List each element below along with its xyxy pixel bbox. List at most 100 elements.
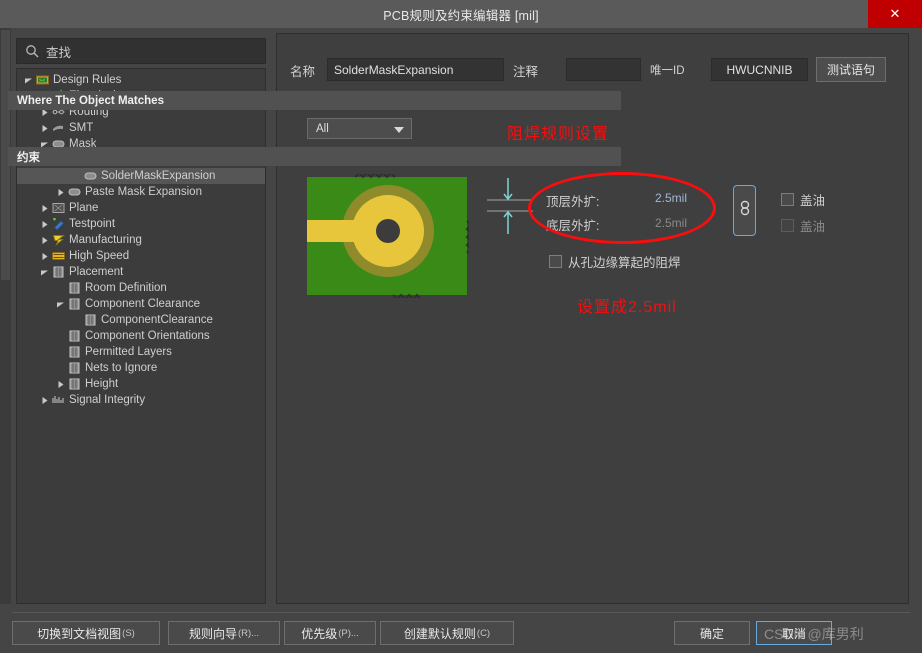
placement-icon — [67, 330, 82, 343]
tree-item-high-speed[interactable]: High Speed — [17, 248, 265, 264]
expansion-dimension-arrows — [487, 176, 539, 243]
top-expansion-value[interactable]: 2.5mil — [655, 191, 687, 205]
tree-item-label: ComponentClearance — [101, 314, 213, 326]
footer-button-4[interactable]: 确定 — [674, 621, 750, 645]
tree-expander-collapsed-icon[interactable] — [38, 124, 51, 133]
design-rules-icon: >< — [35, 74, 50, 87]
tree-item-label: High Speed — [69, 250, 129, 262]
footer-button-0[interactable]: 切换到文档视图(S) — [12, 621, 160, 645]
title-bar: PCB规则及约束编辑器 [mil] ✕ — [0, 0, 922, 28]
tree-expander-collapsed-icon[interactable] — [38, 220, 51, 229]
tree-expander-expanded-icon[interactable] — [22, 76, 35, 85]
tree-item-label: Permitted Layers — [85, 346, 172, 358]
footer-button-2[interactable]: 优先级(P)... — [284, 621, 376, 645]
footer-button-1[interactable]: 规则向导(R)... — [168, 621, 280, 645]
tree-item-placement[interactable]: Placement — [17, 264, 265, 280]
search-input[interactable]: 查找 — [16, 38, 266, 64]
tenting-top-label: 盖油 — [800, 190, 825, 209]
tree-item-component-orientations[interactable]: Component Orientations — [17, 328, 265, 344]
from-hole-edge-checkbox-row[interactable]: 从孔边缘算起的阻焊 — [549, 252, 681, 271]
rule-name-value: SolderMaskExpansion — [334, 63, 453, 77]
tree-expander-collapsed-icon[interactable] — [38, 204, 51, 213]
tenting-bottom-label: 盖油 — [800, 216, 825, 235]
tree-item-label: SMT — [69, 122, 93, 134]
tree-item-componentclearance[interactable]: ComponentClearance — [17, 312, 265, 328]
footer-button-label: 创建默认规则 — [404, 625, 476, 642]
tree-item-signal-integrity[interactable]: Signal Integrity — [17, 392, 265, 408]
tenting-bottom-checkbox — [781, 219, 794, 232]
tree-item-label: Nets to Ignore — [85, 362, 157, 374]
tree-item-label: Height — [85, 378, 118, 390]
tree-item-height[interactable]: Height — [17, 376, 265, 392]
tree-item-nets-to-ignore[interactable]: Nets to Ignore — [17, 360, 265, 376]
placement-icon — [67, 362, 82, 375]
placement-icon — [67, 298, 82, 311]
tree-item-room-definition[interactable]: Room Definition — [17, 280, 265, 296]
scope-value: All — [316, 123, 329, 135]
tree-item-smt[interactable]: SMT — [17, 120, 265, 136]
tree-item-label: Testpoint — [69, 218, 115, 230]
plane-icon — [51, 202, 66, 215]
tree-expander-collapsed-icon[interactable] — [38, 396, 51, 405]
tree-item-label: Manufacturing — [69, 234, 142, 246]
tree-item-component-clearance[interactable]: Component Clearance — [17, 296, 265, 312]
tree-item-testpoint[interactable]: Testpoint — [17, 216, 265, 232]
footer-separator — [12, 612, 910, 613]
tenting-top-checkbox[interactable] — [781, 193, 794, 206]
scope-select[interactable]: All — [307, 118, 412, 139]
tenting-top-checkbox-row[interactable]: 盖油 — [781, 190, 825, 209]
tree-item-label: Signal Integrity — [69, 394, 145, 406]
tree-expander-expanded-icon[interactable] — [54, 300, 67, 309]
unique-id-value: HWUCNNIB — [727, 63, 793, 77]
top-expansion-label: 顶层外扩: — [546, 191, 599, 210]
tree-item-plane[interactable]: Plane — [17, 200, 265, 216]
footer-button-3[interactable]: 创建默认规则(C) — [380, 621, 514, 645]
where-object-matches-section: Where The Object Matches — [8, 91, 621, 110]
test-query-label: 测试语句 — [827, 61, 875, 78]
footer-button-label: 切换到文档视图 — [37, 625, 121, 642]
tree-item-design-rules[interactable]: ><Design Rules — [17, 72, 265, 88]
tree-item-soldermaskexpansion[interactable]: SolderMaskExpansion — [17, 168, 265, 184]
footer-button-5[interactable]: 取消 — [756, 621, 832, 645]
pad-preview-graphic — [307, 174, 469, 303]
tree-item-label: Placement — [69, 266, 123, 278]
tree-item-manufacturing[interactable]: Manufacturing — [17, 232, 265, 248]
test-query-button[interactable]: 测试语句 — [816, 57, 886, 82]
footer-button-mnemonic: (C) — [477, 628, 490, 639]
tree-expander-collapsed-icon[interactable] — [54, 188, 67, 197]
tree-item-label: Design Rules — [53, 74, 121, 86]
unique-id-input[interactable]: HWUCNNIB — [711, 58, 808, 81]
tree-expander-collapsed-icon[interactable] — [54, 380, 67, 389]
tree-expander-expanded-icon[interactable] — [38, 268, 51, 277]
high-speed-icon — [51, 250, 66, 263]
tree-item-label: Component Clearance — [85, 298, 200, 310]
left-scrollbar[interactable] — [0, 28, 11, 604]
mask-icon — [83, 170, 98, 183]
mask-icon — [67, 186, 82, 199]
from-hole-edge-checkbox[interactable] — [549, 255, 562, 268]
footer-button-label: 优先级 — [301, 625, 337, 642]
link-top-bottom-button[interactable] — [733, 185, 756, 236]
tree-item-label: Room Definition — [85, 282, 167, 294]
constraints-title: 约束 — [17, 149, 40, 165]
rule-name-input[interactable]: SolderMaskExpansion — [327, 58, 504, 81]
tenting-bottom-checkbox-row: 盖油 — [781, 216, 825, 235]
footer-button-label: 规则向导 — [189, 625, 237, 642]
name-label: 名称 — [290, 61, 315, 80]
tree-item-permitted-layers[interactable]: Permitted Layers — [17, 344, 265, 360]
tree-item-label: Component Orientations — [85, 330, 210, 342]
signal-integrity-icon — [51, 394, 66, 407]
tree-expander-collapsed-icon[interactable] — [38, 236, 51, 245]
close-button[interactable]: ✕ — [868, 0, 922, 28]
tree-item-paste-mask-expansion[interactable]: Paste Mask Expansion — [17, 184, 265, 200]
tree-item-label: Paste Mask Expansion — [85, 186, 202, 198]
search-icon — [25, 44, 39, 58]
placement-icon — [67, 378, 82, 391]
bottom-expansion-value[interactable]: 2.5mil — [655, 216, 687, 230]
pcb-rules-dialog: PCB规则及约束编辑器 [mil] ✕ 查找 ><Design Rules — [0, 0, 922, 653]
tree-expander-collapsed-icon[interactable] — [38, 252, 51, 261]
manufacturing-icon — [51, 234, 66, 247]
placement-icon — [67, 282, 82, 295]
unique-id-label: 唯一ID — [650, 62, 685, 78]
comment-input[interactable] — [566, 58, 641, 81]
